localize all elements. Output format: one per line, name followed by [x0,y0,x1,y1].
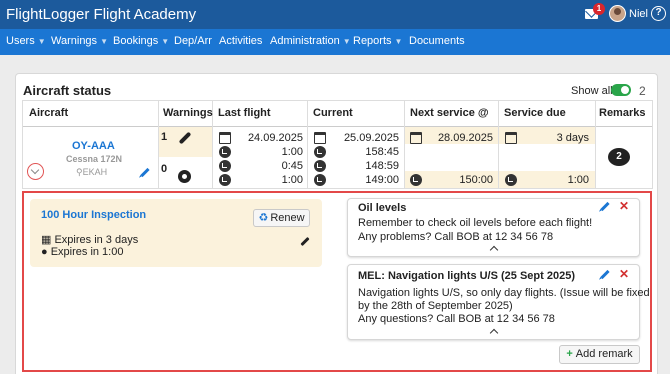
warning-count-maintenance: 1 [161,131,168,143]
clock-icon [219,174,231,186]
nav-documents[interactable]: Documents [409,35,465,47]
clock-icon [314,160,326,172]
aircraft-model: Cessna 172N [66,154,123,164]
calendar-icon: ▦ [41,234,55,246]
clock-icon [314,146,326,158]
renew-button[interactable]: ♻ Renew [253,209,310,227]
expires-days: ▦ Expires in 3 days [41,234,139,246]
delete-remark-icon[interactable]: ✕ [619,267,629,281]
panel-title: Aircraft status [23,83,112,98]
remarks-count-bubble[interactable]: 2 [608,148,630,166]
remark-line: Navigation lights U/S, so only day fligh… [358,287,650,299]
col-divider [307,100,308,189]
warning-count-tyre: 0 [161,163,168,175]
plus-icon: + [566,348,573,360]
main-nav: Users ▼ Warnings ▼ Bookings ▼ Dep/Arr Activ… [0,29,670,55]
calendar-icon [314,132,326,144]
chevron-down-icon: ▼ [342,37,351,46]
clock-icon: ● [41,246,51,258]
col-divider [22,100,23,189]
recycle-icon: ♻ [258,212,269,224]
aircraft-base: ⚲EKAH [76,167,108,177]
avatar[interactable] [609,5,626,22]
nav-activities[interactable]: Activities [219,35,262,47]
service-due-days: 3 days [556,132,589,144]
clock-icon [219,146,231,158]
calendar-icon [219,132,231,144]
expires-hours: ● Expires in 1:00 [41,246,124,258]
chevron-down-icon: ▼ [394,37,403,46]
remark-line: Any problems? Call BOB at 12 34 56 78 [358,231,554,243]
next-service-hours: 150:00 [459,174,493,186]
service-due-hours: 1:00 [567,174,589,186]
nav-users[interactable]: Users ▼ [6,35,46,47]
top-bar: FlightLogger Flight Academy 1 Niel ? [0,0,670,29]
help-icon[interactable]: ? [651,6,666,21]
show-all-toggle[interactable] [611,84,631,96]
nav-administration[interactable]: Administration ▼ [270,35,351,47]
remark-title: MEL: Navigation lights U/S (25 Sept 2025… [358,270,575,282]
nav-dep-arr[interactable]: Dep/Arr [174,35,212,47]
calendar-icon [505,132,517,144]
clock-icon [314,174,326,186]
username[interactable]: Niel [629,8,648,20]
inspection-title[interactable]: 100 Hour Inspection [41,209,146,221]
aircraft-count: 2 [639,84,646,98]
current-value: 148:59 [365,160,399,172]
expand-row-button[interactable] [27,163,44,180]
location-pin-icon: ⚲ [76,167,83,177]
current-value: 149:00 [365,174,399,186]
remark-title: Oil levels [358,202,407,214]
chevron-down-icon: ▼ [100,37,108,46]
table-row-border [22,188,652,189]
clock-icon [219,160,231,172]
col-header-warnings[interactable]: Warnings [163,107,213,119]
col-divider [652,100,653,189]
notification-badge: 1 [593,3,605,15]
nav-bookings[interactable]: Bookings ▼ [113,35,169,47]
current-value: 158:45 [365,146,399,158]
app-title[interactable]: FlightLogger Flight Academy [6,6,196,23]
col-header-service-due[interactable]: Service due [504,107,566,119]
nav-warnings[interactable]: Warnings ▼ [51,35,108,47]
col-header-next-service[interactable]: Next service @ [410,107,489,119]
last-flight-date: 24.09.2025 [247,132,303,144]
col-header-current[interactable]: Current [313,107,353,119]
col-divider [595,100,596,189]
aircraft-registration[interactable]: OY-AAA [72,140,115,152]
last-flight-value: 0:45 [281,160,303,172]
tyre-icon [178,170,191,183]
table-top-border [22,100,652,101]
chevron-down-icon: ▼ [37,37,46,46]
delete-remark-icon[interactable]: ✕ [619,199,629,213]
add-remark-button[interactable]: + Add remark [559,345,640,364]
clock-icon [505,174,517,186]
remark-line: Remember to check oil levels before each… [358,217,593,229]
chevron-down-icon: ▼ [161,37,170,46]
last-flight-value: 1:00 [281,174,303,186]
clock-icon [410,174,422,186]
col-header-aircraft[interactable]: Aircraft [29,107,68,119]
last-flight-value: 1:00 [281,146,303,158]
col-header-last-flight[interactable]: Last flight [218,107,271,119]
nav-reports[interactable]: Reports ▼ [353,35,402,47]
remark-line: Any questions? Call BOB at 12 34 56 78 [358,313,555,325]
current-date: 25.09.2025 [343,132,399,144]
show-all-label: Show all [571,85,613,97]
col-header-remarks[interactable]: Remarks [599,107,645,119]
next-service-date: 28.09.2025 [437,132,493,144]
remark-line: by the 28th of September 2025) [358,300,513,312]
calendar-icon [410,132,422,144]
